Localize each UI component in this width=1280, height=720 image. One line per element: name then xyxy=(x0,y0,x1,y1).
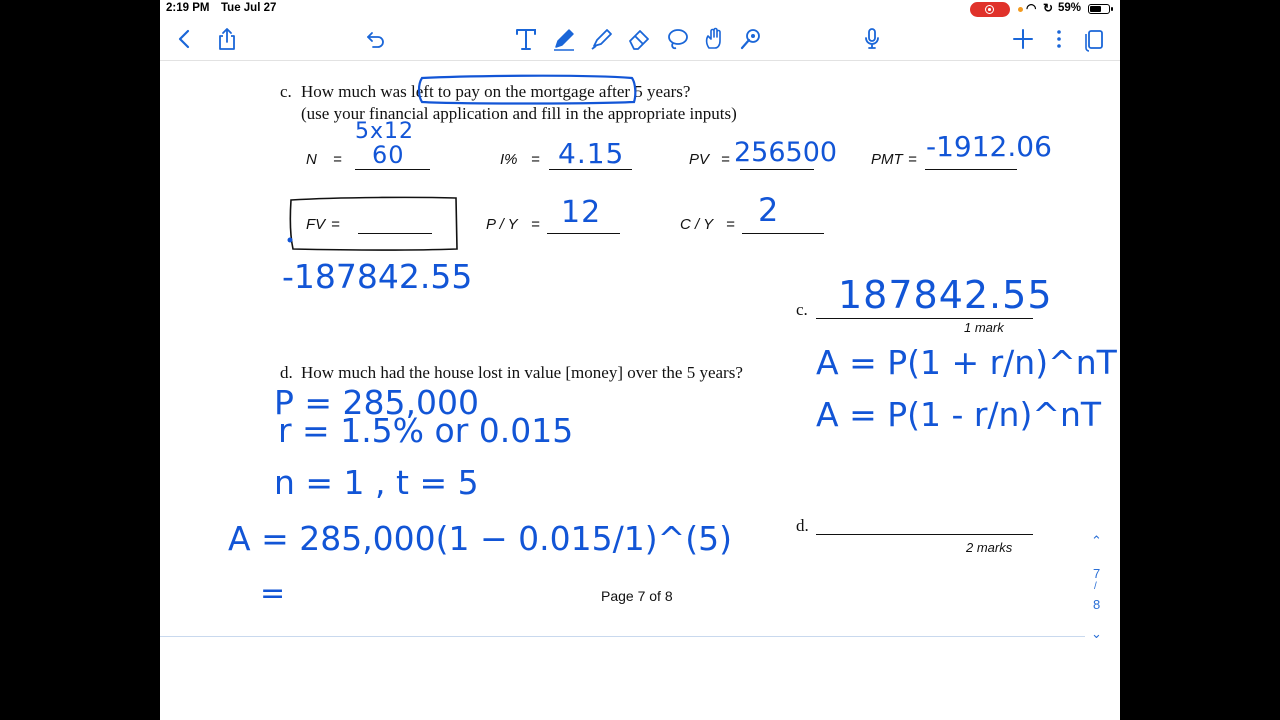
page-nav-total: 8 xyxy=(1093,597,1101,612)
status-date: Tue Jul 27 xyxy=(221,2,277,14)
pen-icon[interactable] xyxy=(549,24,579,54)
screen-recording-icon[interactable] xyxy=(970,2,1010,17)
hw-work-line-4: A = 285,000(1 − 0.015/1)^(5) xyxy=(228,519,733,558)
question-c-text: How much was left to pay on the mortgage… xyxy=(301,82,691,101)
back-icon[interactable] xyxy=(170,24,200,54)
page-down-icon[interactable]: ⌄ xyxy=(1091,626,1102,642)
pmt-field[interactable] xyxy=(925,169,1017,170)
notes-app-screen: 2:19 PM Tue Jul 27 ◠ ↻ 59% c. How much w… xyxy=(160,0,1120,720)
wifi-icon: ◠ xyxy=(1026,1,1037,15)
hw-work-line-3: n = 1 , t = 5 xyxy=(274,463,479,502)
page-nav-current: 7 xyxy=(1093,566,1101,581)
py-label: P / Y xyxy=(486,216,518,233)
shape-hand-icon[interactable] xyxy=(699,24,729,54)
page-nav-separator: / xyxy=(1094,581,1097,592)
hw-pmt-value: -1912.06 xyxy=(926,130,1052,163)
status-bar: 2:19 PM Tue Jul 27 ◠ ↻ 59% xyxy=(160,0,1120,20)
hw-answer-c: 187842.55 xyxy=(838,273,1053,317)
question-c-label: c. xyxy=(280,82,292,101)
n-equals: = xyxy=(333,151,342,168)
hw-n-value: 60 xyxy=(372,141,405,169)
document-page[interactable]: c. How much was left to pay on the mortg… xyxy=(160,61,1120,637)
fv-field[interactable] xyxy=(358,233,432,234)
question-d-text: How much had the house lost in value [mo… xyxy=(301,363,743,382)
hw-formula-1: A = P(1 + r/n)^nT xyxy=(816,343,1117,382)
n-field[interactable] xyxy=(355,169,430,170)
hw-formula-2: A = P(1 - r/n)^nT xyxy=(816,395,1102,434)
hw-py-value: 12 xyxy=(561,195,602,230)
hw-pv-value: 256500 xyxy=(734,137,838,168)
hw-cy-value: 2 xyxy=(758,191,780,229)
answer-c-marks: 1 mark xyxy=(964,320,1004,335)
toolbar xyxy=(160,20,1120,61)
lasso-icon[interactable] xyxy=(662,24,692,54)
pmt-label: PMT xyxy=(871,151,903,168)
pages-icon[interactable] xyxy=(1080,24,1110,54)
highlighter-icon[interactable] xyxy=(586,24,616,54)
undo-icon[interactable] xyxy=(361,24,391,54)
py-field[interactable] xyxy=(547,233,620,234)
more-icon[interactable] xyxy=(1044,24,1074,54)
pmt-equals: = xyxy=(908,151,917,168)
pv-label: PV xyxy=(689,151,710,168)
page-footer: Page 7 of 8 xyxy=(601,588,673,604)
share-icon[interactable] xyxy=(212,24,242,54)
eraser-icon[interactable] xyxy=(624,24,654,54)
answer-c-line[interactable] xyxy=(816,318,1033,319)
microphone-icon[interactable] xyxy=(857,24,887,54)
question-d-label: d. xyxy=(280,363,293,382)
answer-d-line[interactable] xyxy=(816,534,1033,535)
pv-equals: = xyxy=(721,151,730,168)
mic-indicator-icon xyxy=(1018,7,1023,12)
cy-field[interactable] xyxy=(742,233,824,234)
hw-fv-value: -187842.55 xyxy=(282,257,473,296)
i-equals: = xyxy=(531,151,540,168)
fv-label: FV xyxy=(306,216,326,233)
hw-i-value: 4.15 xyxy=(558,137,625,170)
answer-c-label: c. xyxy=(796,300,808,319)
text-tool-icon[interactable] xyxy=(511,24,541,54)
orientation-lock-icon: ↻ xyxy=(1043,1,1054,15)
fv-equals: = xyxy=(331,216,340,233)
page-up-icon[interactable]: ⌃ xyxy=(1091,533,1102,549)
hw-work-line-5: = xyxy=(260,576,287,611)
hw-work-line-2: r = 1.5% or 0.015 xyxy=(278,411,574,450)
add-icon[interactable] xyxy=(1008,24,1038,54)
battery-percent: 59% xyxy=(1058,2,1082,14)
cy-equals: = xyxy=(726,216,735,233)
laser-pointer-icon[interactable] xyxy=(736,24,766,54)
battery-icon xyxy=(1088,4,1113,14)
cy-label: C / Y xyxy=(680,216,714,233)
status-time: 2:19 PM xyxy=(166,2,210,14)
page-separator xyxy=(160,636,1085,637)
answer-d-label: d. xyxy=(796,516,809,535)
answer-d-marks: 2 marks xyxy=(966,540,1013,555)
pv-field[interactable] xyxy=(740,169,814,170)
py-equals: = xyxy=(531,216,540,233)
n-label: N xyxy=(306,151,317,168)
i-percent-label: I% xyxy=(500,151,518,168)
